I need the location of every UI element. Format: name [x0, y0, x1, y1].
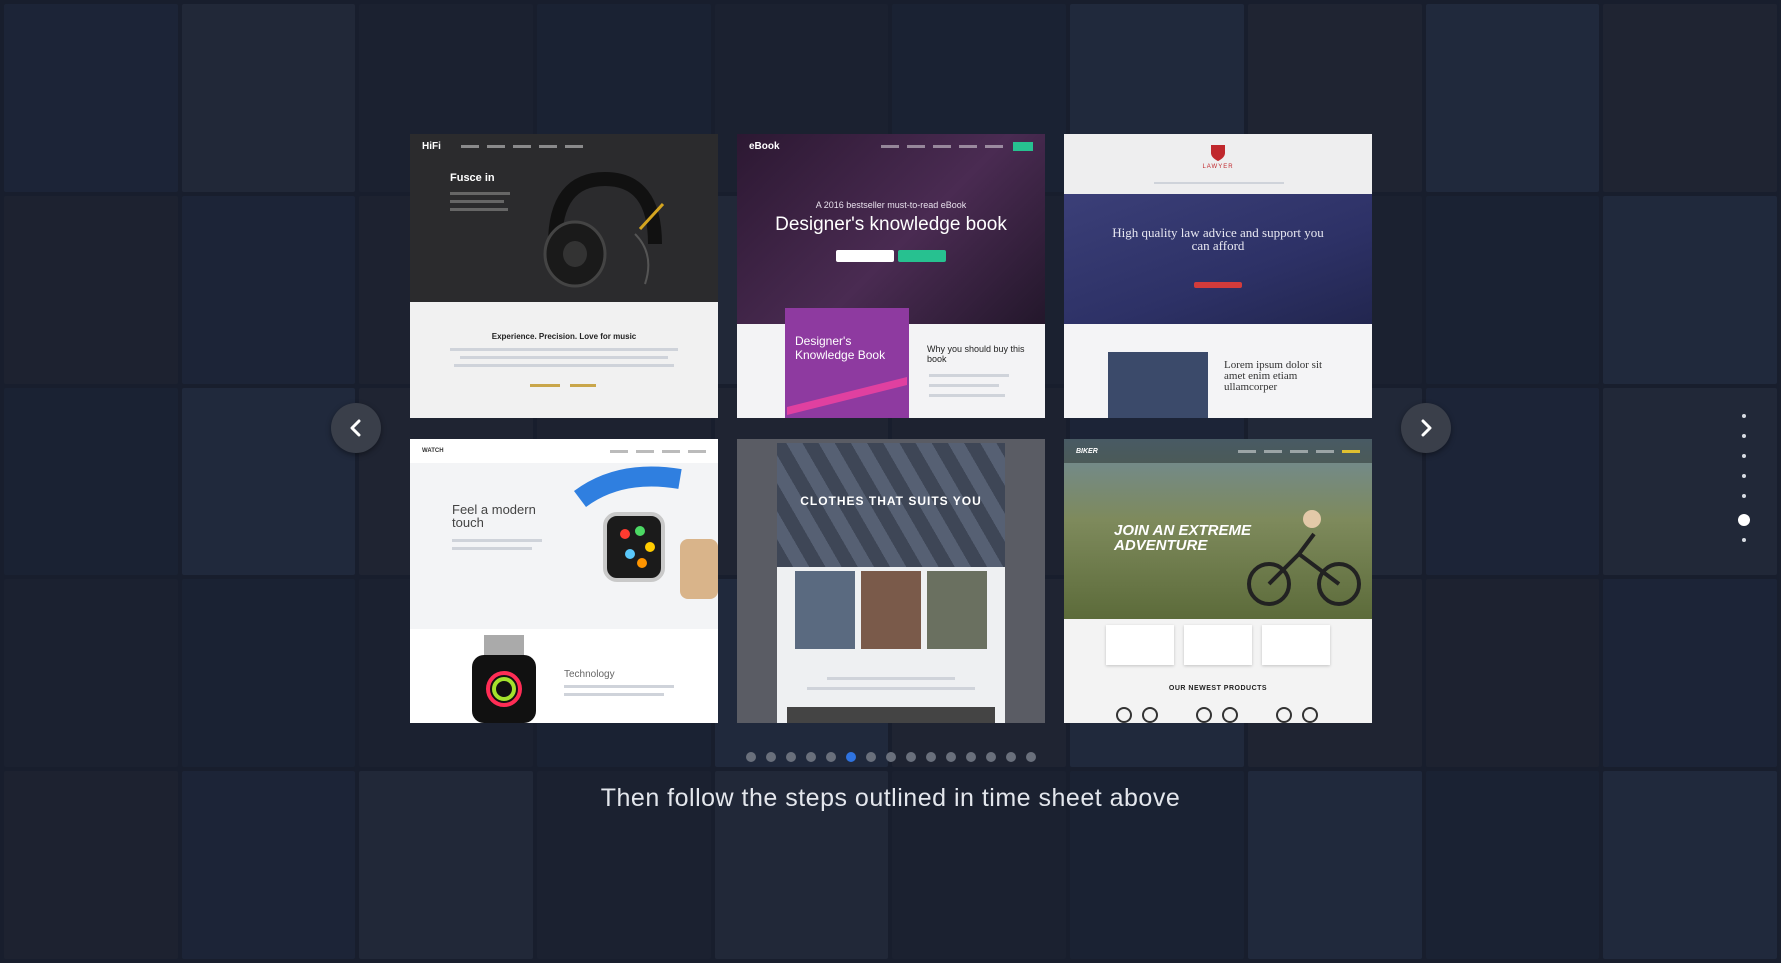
- pagination-dot[interactable]: [885, 752, 896, 762]
- pagination-dot[interactable]: [945, 752, 956, 762]
- pagination-dot[interactable]: [825, 752, 836, 762]
- side-nav-dots: [1738, 414, 1750, 558]
- card-logo: WATCH: [422, 448, 444, 454]
- pagination-dot[interactable]: [1025, 752, 1036, 762]
- card-headline: High quality law advice and support you …: [1112, 225, 1324, 253]
- next-slide-button[interactable]: [1401, 403, 1451, 453]
- card-side-title: Why you should buy this book: [927, 344, 1025, 364]
- slide-card-hifi[interactable]: HiFi Fusce in Experience. Precision. Lov…: [410, 134, 718, 418]
- side-nav-dot[interactable]: [1742, 454, 1746, 458]
- slider-caption: Then follow the steps outlined in time s…: [600, 784, 1181, 812]
- headphones-icon: [543, 171, 665, 288]
- pagination-dot[interactable]: [925, 752, 936, 762]
- card-book-title: Designer's Knowledge Book: [795, 334, 886, 362]
- pagination-dot[interactable]: [985, 752, 996, 762]
- side-nav-dot[interactable]: [1738, 514, 1750, 526]
- card-section: OUR NEWEST PRODUCTS: [1168, 685, 1268, 692]
- pagination-dot[interactable]: [1005, 752, 1016, 762]
- side-nav-dot[interactable]: [1742, 494, 1746, 498]
- pagination-dot[interactable]: [745, 752, 756, 762]
- card-nav: BIKER: [1064, 439, 1372, 463]
- card-logo: BIKER: [1076, 447, 1098, 455]
- side-nav-dot[interactable]: [1742, 414, 1746, 418]
- card-nav: HiFi: [410, 134, 718, 158]
- slide-card-watch[interactable]: WATCH Feel a modern touch Technology: [410, 439, 718, 723]
- chevron-right-icon: [1421, 419, 1432, 437]
- pagination-dot[interactable]: [865, 752, 876, 762]
- card-logo: HiFi: [422, 140, 441, 152]
- card-nav: eBook: [737, 134, 1045, 158]
- pagination-dot[interactable]: [845, 752, 856, 762]
- activity-watch-icon: [472, 635, 536, 723]
- pagination-dot[interactable]: [965, 752, 976, 762]
- slide-card-ebook[interactable]: eBook A 2016 bestseller must-to-read eBo…: [737, 134, 1045, 418]
- card-logo: eBook: [749, 140, 780, 152]
- smartwatch-icon: [574, 466, 718, 599]
- slide-card-biker[interactable]: BIKER JOIN AN EXTREME ADVENTURE OUR NEWE…: [1064, 439, 1372, 723]
- slide-grid: HiFi Fusce in Experience. Precision. Lov…: [410, 134, 1372, 723]
- card-logo: LAWYER: [1202, 164, 1234, 170]
- prev-slide-button[interactable]: [331, 403, 381, 453]
- card-subheadline: Experience. Precision. Love for music: [491, 332, 637, 341]
- card-kicker: A 2016 bestseller must-to-read eBook: [815, 200, 967, 210]
- card-headline: Designer's knowledge book: [775, 214, 1007, 235]
- card-body: Lorem ipsum dolor sit amet enim etiam ul…: [1224, 359, 1323, 393]
- side-nav-dot[interactable]: [1742, 538, 1746, 542]
- side-nav-dot[interactable]: [1742, 434, 1746, 438]
- shield-icon: [1211, 145, 1225, 161]
- side-nav-dot[interactable]: [1742, 474, 1746, 478]
- bicycle-icon: [1247, 510, 1361, 606]
- pagination-dot[interactable]: [765, 752, 776, 762]
- slider-pagination: [0, 752, 1781, 762]
- pagination-dot[interactable]: [785, 752, 796, 762]
- pagination-dot[interactable]: [905, 752, 916, 762]
- card-headline: Fusce in: [450, 172, 495, 184]
- slide-card-lawyer[interactable]: LAWYER High quality law advice and suppo…: [1064, 134, 1372, 418]
- chevron-left-icon: [350, 419, 361, 437]
- slide-card-fashion[interactable]: CLOTHES THAT SUITS YOU: [737, 439, 1045, 723]
- card-headline: CLOTHES THAT SUITS YOU: [800, 494, 982, 508]
- pagination-dot[interactable]: [805, 752, 816, 762]
- card-section: Technology: [564, 669, 615, 680]
- card-headline: Feel a modern touch: [452, 502, 536, 530]
- product-bikes-icon: [1116, 707, 1318, 723]
